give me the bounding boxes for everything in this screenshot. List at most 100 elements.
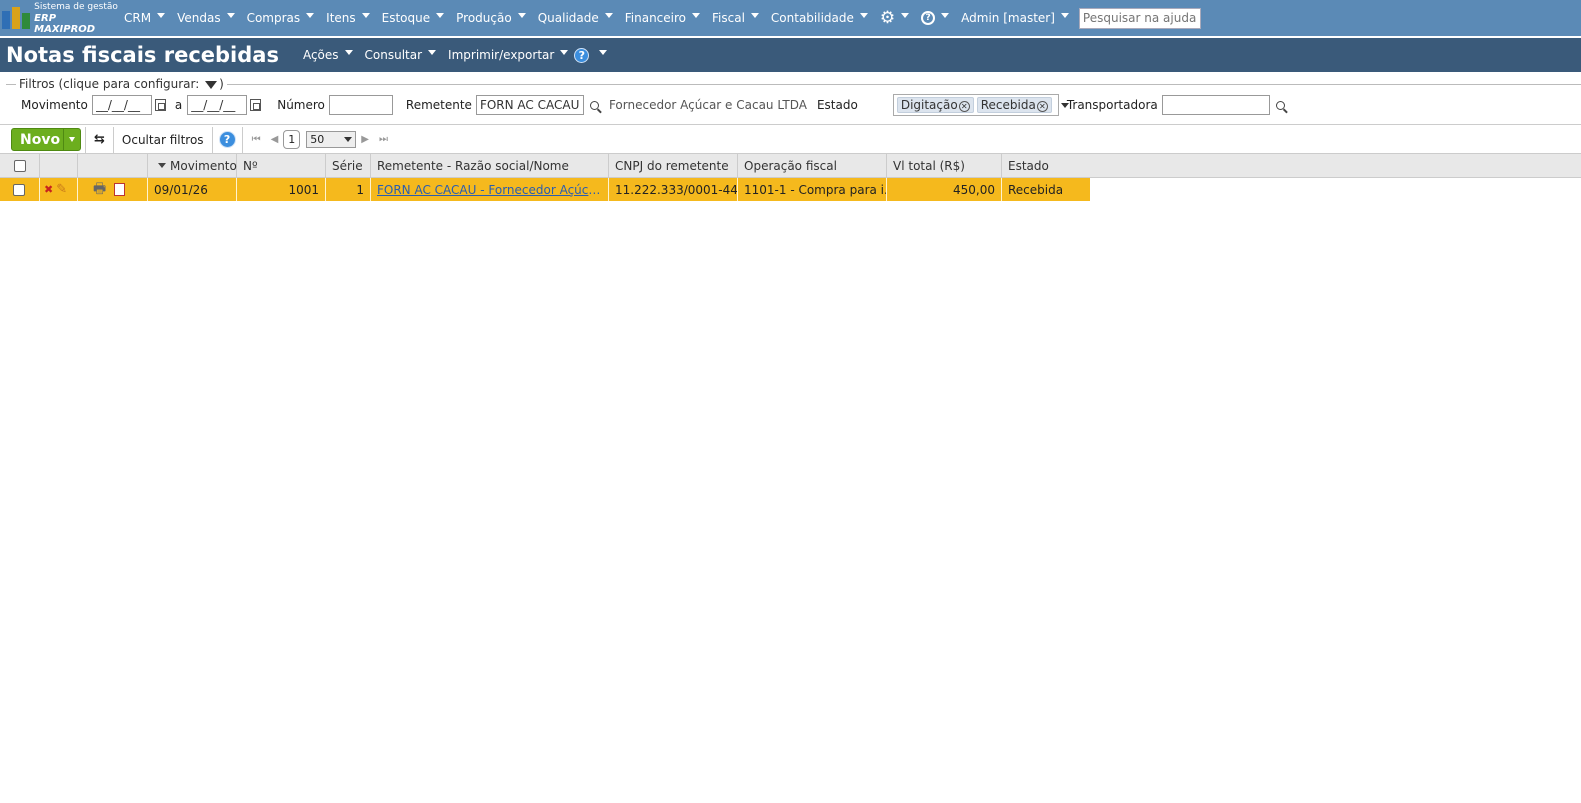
col-movimento[interactable]: Movimento: [148, 154, 237, 177]
remetente-description: Fornecedor Açúcar e Cacau LTDA: [608, 98, 807, 112]
table-row[interactable]: ✖ ✎ 🖶 09/01/26 1001 1 FORN AC CACAU - Fo…: [0, 178, 1090, 201]
menu-help[interactable]: ?: [915, 11, 955, 25]
chevron-down-icon: [560, 49, 569, 55]
menu-settings[interactable]: ⚙: [874, 9, 915, 27]
top-menu-bar: Sistema de gestão ERP MAXIPROD CRM Venda…: [0, 0, 1581, 36]
date-from-input[interactable]: [91, 95, 152, 115]
filter-icon[interactable]: [205, 81, 218, 89]
first-page-icon[interactable]: ⏮: [252, 134, 261, 145]
chevron-down-icon: [599, 49, 608, 55]
cell-operacao: 1101-1 - Compra para i...: [738, 178, 887, 201]
menu-compras[interactable]: Compras: [241, 11, 321, 25]
col-serie[interactable]: Série: [326, 154, 371, 177]
chevron-down-icon: [344, 137, 353, 142]
menu-qualidade[interactable]: Qualidade: [532, 11, 619, 25]
date-to-input[interactable]: [187, 95, 248, 115]
consultar-menu[interactable]: Consultar: [359, 48, 443, 62]
menu-itens[interactable]: Itens: [320, 11, 375, 25]
search-icon[interactable]: [1275, 100, 1285, 110]
cell-movimento: 09/01/26: [148, 178, 237, 201]
estado-multiselect[interactable]: Digitação ✕ Recebida ✕: [892, 94, 1069, 116]
page-number-input[interactable]: 1: [283, 130, 301, 149]
transportadora-input[interactable]: [1161, 95, 1270, 115]
filters-panel: Filtros (clique para configurar: ) Movim…: [6, 77, 1581, 122]
chevron-down-icon: [859, 12, 868, 18]
print-icon[interactable]: 🖶: [93, 178, 106, 201]
table-header: Movimento Nº Série Remetente - Razão soc…: [0, 153, 1581, 178]
transportadora-label: Transportadora: [1066, 98, 1158, 112]
chevron-down-icon[interactable]: [1060, 102, 1069, 108]
row-icons-cell: 🖶: [78, 178, 148, 201]
col-remetente[interactable]: Remetente - Razão social/Nome: [371, 154, 609, 177]
chevron-down-icon: [157, 12, 166, 18]
list-toolbar: Novo ⇆ Ocultar filtros ? ⏮ ◀ 1 50 ▶ ⏭: [0, 124, 1581, 154]
calendar-icon[interactable]: [250, 99, 262, 111]
help-icon[interactable]: ?: [218, 131, 236, 148]
chevron-down-icon: [428, 49, 437, 55]
refresh-icon[interactable]: ⇆: [90, 132, 109, 147]
page-title: Notas fiscais recebidas: [6, 43, 279, 67]
prev-page-icon[interactable]: ◀: [271, 134, 279, 145]
last-page-icon[interactable]: ⏭: [379, 134, 388, 145]
novo-dropdown[interactable]: [63, 129, 80, 150]
chevron-down-icon: [361, 12, 370, 18]
menu-contabilidade[interactable]: Contabilidade: [765, 11, 874, 25]
menu-producao[interactable]: Produção: [450, 11, 532, 25]
help-icon: ?: [574, 47, 590, 63]
cell-numero: 1001: [237, 178, 326, 201]
menu-vendas[interactable]: Vendas: [171, 11, 241, 25]
remetente-input[interactable]: [475, 95, 584, 115]
chevron-down-icon: [901, 12, 910, 18]
logo-icon: [2, 7, 31, 29]
help-icon: ?: [921, 11, 936, 25]
chevron-down-icon: [306, 12, 315, 18]
novo-button[interactable]: Novo: [11, 128, 81, 151]
page-help-menu[interactable]: ?: [574, 47, 613, 63]
edit-pencil-icon[interactable]: ✎: [56, 182, 67, 197]
logo-line1: Sistema de gestão: [34, 1, 118, 12]
icons-col: [78, 154, 148, 177]
row-checkbox[interactable]: [13, 183, 25, 196]
filters-legend[interactable]: Filtros (clique para configurar: ): [16, 77, 227, 91]
sort-desc-icon: [158, 163, 166, 168]
numero-input[interactable]: [328, 95, 393, 115]
delete-icon[interactable]: ✖: [44, 183, 53, 196]
acoes-menu[interactable]: Ações: [297, 48, 359, 62]
remetente-link[interactable]: FORN AC CACAU - Fornecedor Açúcar e ...: [377, 183, 602, 197]
estado-label: Estado: [816, 98, 858, 112]
ocultar-filtros-button[interactable]: Ocultar filtros: [118, 133, 208, 147]
date-sep: a: [174, 98, 183, 112]
calendar-icon[interactable]: [154, 99, 166, 111]
col-operacao[interactable]: Operação fiscal: [738, 154, 887, 177]
remove-tag-icon[interactable]: ✕: [958, 101, 970, 112]
per-page-select[interactable]: 50: [306, 131, 357, 148]
chevron-down-icon: [517, 12, 526, 18]
imprimir-exportar-menu[interactable]: Imprimir/exportar: [442, 48, 574, 62]
col-numero[interactable]: Nº: [237, 154, 326, 177]
menu-crm[interactable]: CRM: [118, 11, 171, 25]
search-icon[interactable]: [589, 100, 599, 110]
menu-estoque[interactable]: Estoque: [376, 11, 451, 25]
row-select-cell: [0, 178, 40, 201]
col-estado[interactable]: Estado: [1002, 154, 1581, 177]
col-valor[interactable]: Vl total (R$): [887, 154, 1002, 177]
help-search-input[interactable]: [1078, 7, 1201, 29]
remove-tag-icon[interactable]: ✕: [1036, 101, 1048, 112]
select-all-checkbox[interactable]: [13, 159, 26, 172]
remetente-label: Remetente: [405, 98, 472, 112]
next-page-icon[interactable]: ▶: [361, 134, 369, 145]
pdf-icon[interactable]: [114, 183, 126, 196]
select-all-cell: [0, 154, 40, 177]
col-cnpj[interactable]: CNPJ do remetente: [609, 154, 738, 177]
chevron-down-icon: [344, 49, 353, 55]
chevron-down-icon: [604, 12, 613, 18]
app-logo[interactable]: Sistema de gestão ERP MAXIPROD: [0, 2, 118, 35]
cell-cnpj: 11.222.333/0001-44: [609, 178, 738, 201]
cell-remetente: FORN AC CACAU - Fornecedor Açúcar e ...: [371, 178, 609, 201]
actions-col: [40, 154, 78, 177]
menu-user[interactable]: Admin [master]: [955, 11, 1075, 25]
menu-fiscal[interactable]: Fiscal: [706, 11, 765, 25]
movimento-label: Movimento: [21, 98, 88, 112]
divider: [211, 126, 213, 153]
menu-financeiro[interactable]: Financeiro: [619, 11, 706, 25]
